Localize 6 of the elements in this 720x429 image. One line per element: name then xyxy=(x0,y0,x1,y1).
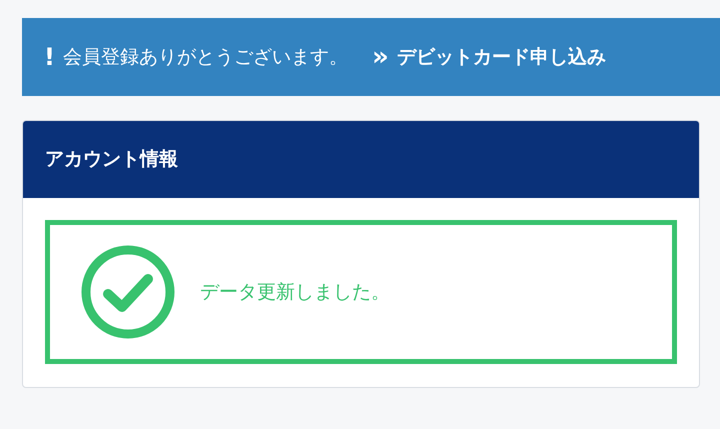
notice-message: 会員登録ありがとうございます。 xyxy=(62,44,348,70)
debit-card-link[interactable]: » デビットカード申し込み xyxy=(372,42,606,72)
card-title: アカウント情報 xyxy=(45,147,178,172)
check-circle-icon xyxy=(80,244,176,340)
success-message: データ更新しました。 xyxy=(200,280,390,305)
exclamation-icon: ! xyxy=(44,39,55,75)
